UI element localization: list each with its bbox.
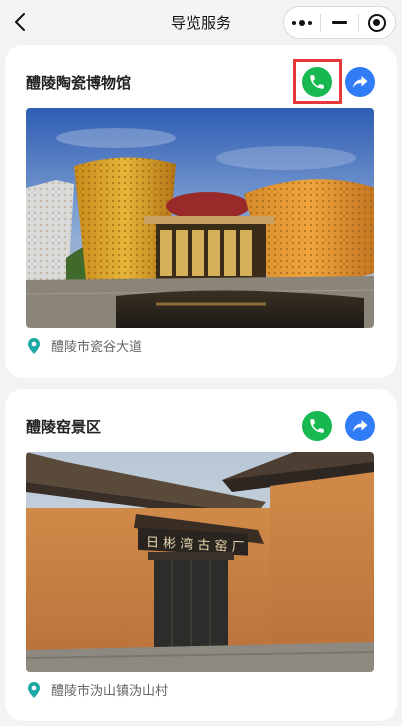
mini-program-capsule [283,6,396,39]
phone-button[interactable] [302,411,332,441]
place-name: 醴陵窑景区 [26,418,102,436]
navigate-share-icon [352,420,368,432]
close-button[interactable] [359,7,395,38]
phone-button[interactable] [302,67,332,97]
place-card[interactable]: 醴陵陶瓷博物馆 醴陵市瓷谷大道 [5,45,397,378]
phone-icon [310,419,324,433]
location-pin-icon [26,337,42,355]
navigate-share-icon [352,76,368,88]
minimize-button[interactable] [321,7,357,38]
phone-icon [310,75,324,89]
place-address: 醴陵市瓷谷大道 [51,340,143,355]
location-pin-icon [26,681,42,699]
minus-icon [331,21,347,24]
navigate-button[interactable] [345,411,375,441]
place-name: 醴陵陶瓷博物馆 [26,74,132,92]
more-dots-icon [292,19,313,26]
place-address: 醴陵市沩山镇沩山村 [51,684,169,699]
navigate-button[interactable] [345,67,375,97]
address-row: 醴陵市沩山镇沩山村 [26,680,168,699]
address-row: 醴陵市瓷谷大道 [26,336,142,355]
kiln-gate-photo[interactable]: 日 彬 湾 古 窑 厂 [26,452,374,672]
more-button[interactable] [284,7,320,38]
navigation-bar: 导览服务 [0,0,402,44]
target-circle-icon [367,13,386,32]
place-card[interactable]: 醴陵窑景区 日 彬 湾 古 窑 厂 醴陵市沩山镇沩山村 [5,389,397,721]
museum-photo[interactable] [26,108,374,328]
